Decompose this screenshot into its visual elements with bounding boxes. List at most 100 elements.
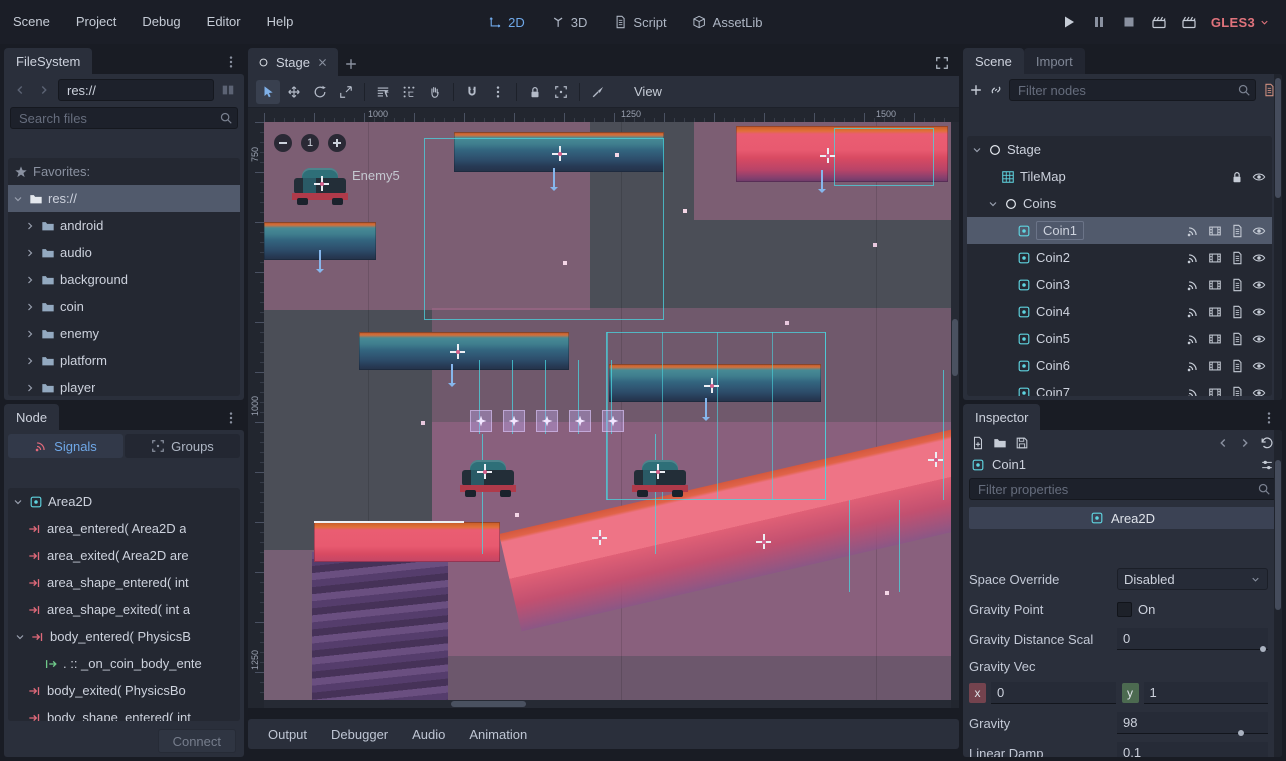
signal-icon[interactable]: [1186, 386, 1200, 397]
skeleton-options-button[interactable]: [586, 80, 610, 104]
tree-item-background[interactable]: background: [8, 266, 240, 293]
new-scene-tab-button[interactable]: [338, 52, 364, 76]
signal-connection-row[interactable]: . :: _on_coin_body_ente: [8, 650, 240, 677]
tool-rotate-button[interactable]: [308, 80, 332, 104]
origin-gizmo[interactable]: [704, 378, 719, 393]
chevron-right-icon[interactable]: [24, 301, 36, 313]
chevron-right-icon[interactable]: [24, 220, 36, 232]
script-icon[interactable]: [1230, 305, 1244, 319]
history-forward-button[interactable]: [1238, 436, 1252, 450]
save-resource-button[interactable]: [1015, 436, 1029, 450]
history-back-button[interactable]: [1216, 436, 1230, 450]
coin-sprite[interactable]: [503, 410, 525, 432]
coin-sprite[interactable]: [569, 410, 591, 432]
menu-project[interactable]: Project: [63, 0, 129, 44]
chevron-right-icon[interactable]: [24, 247, 36, 259]
signal-icon[interactable]: [1186, 332, 1200, 346]
signal-icon[interactable]: [1186, 359, 1200, 373]
canvas-vertical-scrollbar[interactable]: [951, 122, 959, 700]
tool-pivot-button[interactable]: [397, 80, 421, 104]
zoom-out-button[interactable]: [274, 134, 292, 152]
instance-icon[interactable]: [1208, 305, 1222, 319]
pause-button[interactable]: [1091, 14, 1107, 30]
space-override-dropdown[interactable]: Disabled: [1117, 568, 1268, 590]
chevron-down-icon[interactable]: [987, 198, 999, 210]
scene-node-tilemap[interactable]: TileMap: [967, 163, 1272, 190]
zoom-reset-button[interactable]: 1: [301, 134, 319, 152]
tree-item-audio[interactable]: audio: [8, 239, 240, 266]
zoom-in-button[interactable]: [328, 134, 346, 152]
snap-toggle-button[interactable]: [460, 80, 484, 104]
mode-3d-button[interactable]: 3D: [541, 11, 598, 34]
move-gizmo-arrow[interactable]: [821, 170, 823, 190]
instance-icon[interactable]: [1208, 278, 1222, 292]
scene-node-coin3[interactable]: Coin3: [967, 271, 1272, 298]
add-node-button[interactable]: [969, 83, 983, 97]
tab-scene[interactable]: Scene: [963, 48, 1024, 74]
visibility-icon[interactable]: [1252, 278, 1266, 292]
chevron-down-icon[interactable]: [12, 193, 24, 205]
underground-tiles[interactable]: [312, 552, 448, 700]
group-object-button[interactable]: [549, 80, 573, 104]
connect-button[interactable]: Connect: [158, 729, 236, 753]
menu-help[interactable]: Help: [254, 0, 307, 44]
visibility-icon[interactable]: [1252, 386, 1266, 397]
script-icon[interactable]: [1230, 386, 1244, 397]
coin-sprite[interactable]: [602, 410, 624, 432]
tab-audio[interactable]: Audio: [402, 723, 455, 746]
current-path[interactable]: res://: [58, 79, 214, 101]
lock-object-button[interactable]: [523, 80, 547, 104]
chevron-down-icon[interactable]: [14, 631, 26, 643]
signals-tab[interactable]: Signals: [8, 434, 123, 458]
visibility-icon[interactable]: [1252, 305, 1266, 319]
scene-tree-scrollbar[interactable]: [1274, 74, 1282, 400]
tab-output[interactable]: Output: [258, 723, 317, 746]
instance-scene-button[interactable]: [989, 83, 1003, 97]
gravity-vec-x-field[interactable]: 0: [991, 682, 1116, 704]
canvas-horizontal-scrollbar[interactable]: [264, 700, 951, 708]
object-tools-button[interactable]: [1260, 458, 1274, 472]
2d-canvas[interactable]: 1 Enemy5: [264, 122, 951, 700]
signal-row[interactable]: area_exited( Area2D are: [8, 542, 240, 569]
dock-menu-icon[interactable]: [224, 411, 238, 425]
inspector-scrollbar[interactable]: [1274, 430, 1282, 757]
tab-animation[interactable]: Animation: [459, 723, 537, 746]
tab-debugger[interactable]: Debugger: [321, 723, 398, 746]
visibility-icon[interactable]: [1252, 170, 1266, 184]
load-resource-button[interactable]: [993, 436, 1007, 450]
move-gizmo-arrow[interactable]: [705, 398, 707, 418]
scene-node-coin1[interactable]: Coin1: [967, 217, 1272, 244]
filter-properties-input[interactable]: [969, 478, 1276, 500]
move-gizmo-arrow[interactable]: [319, 250, 321, 270]
history-back-button[interactable]: [10, 80, 30, 100]
move-gizmo-arrow[interactable]: [451, 364, 453, 384]
script-icon[interactable]: [1230, 359, 1244, 373]
instance-icon[interactable]: [1208, 251, 1222, 265]
chevron-right-icon[interactable]: [24, 328, 36, 340]
object-history-button[interactable]: [1260, 436, 1274, 450]
script-icon[interactable]: [1230, 332, 1244, 346]
tab-import[interactable]: Import: [1024, 48, 1085, 74]
signal-row[interactable]: area_entered( Area2D a: [8, 515, 240, 542]
visibility-icon[interactable]: [1252, 251, 1266, 265]
signal-icon[interactable]: [1186, 251, 1200, 265]
chevron-down-icon[interactable]: [971, 144, 983, 156]
visibility-icon[interactable]: [1252, 332, 1266, 346]
play-scene-button[interactable]: [1151, 14, 1167, 30]
mode-assetlib-button[interactable]: AssetLib: [683, 11, 773, 34]
new-resource-button[interactable]: [971, 436, 985, 450]
visibility-icon[interactable]: [1252, 359, 1266, 373]
dock-menu-icon[interactable]: [1262, 411, 1276, 425]
script-icon[interactable]: [1230, 224, 1244, 238]
move-gizmo-arrow[interactable]: [553, 168, 555, 188]
origin-gizmo[interactable]: [928, 452, 943, 467]
menu-editor[interactable]: Editor: [194, 0, 254, 44]
tree-item-player[interactable]: player: [8, 374, 240, 396]
gravity-distance-scale-field[interactable]: 0: [1117, 628, 1268, 650]
tab-filesystem[interactable]: FileSystem: [4, 48, 92, 74]
scene-node-coin5[interactable]: Coin5: [967, 325, 1272, 352]
scene-node-coin6[interactable]: Coin6: [967, 352, 1272, 379]
tab-inspector[interactable]: Inspector: [963, 404, 1040, 430]
tool-list-select-button[interactable]: [371, 80, 395, 104]
signal-root-area2d[interactable]: Area2D: [8, 488, 240, 515]
